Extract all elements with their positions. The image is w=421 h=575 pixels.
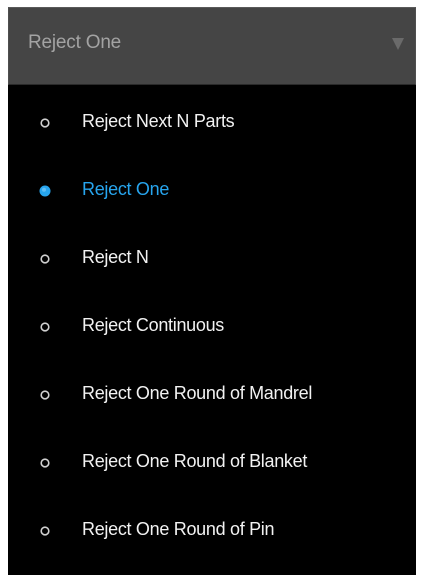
radio-unselected-icon [40, 390, 50, 400]
radio-unselected-icon [40, 526, 50, 536]
radio-selected-icon [39, 185, 51, 197]
radio-unselected-icon [40, 322, 50, 332]
option-label: Reject One Round of Blanket [82, 451, 308, 471]
option-label: Reject One Round of Mandrel [82, 383, 313, 403]
dropdown-selected-value: Reject One [28, 32, 122, 53]
radio-unselected-icon [40, 118, 50, 128]
option-label: Reject Next N Parts [82, 111, 235, 131]
option-reject-n[interactable]: Reject N [8, 234, 416, 284]
option-label: Reject N [82, 247, 149, 267]
reject-mode-dropdown-panel: Reject One Reject Next N Parts Reject On… [8, 7, 416, 575]
option-reject-one-round-of-mandrel[interactable]: Reject One Round of Mandrel [8, 370, 416, 420]
radio-unselected-icon [40, 254, 50, 264]
option-label: Reject Continuous [82, 315, 224, 335]
option-reject-continuous[interactable]: Reject Continuous [8, 302, 416, 352]
option-reject-one-round-of-pin[interactable]: Reject One Round of Pin [8, 506, 416, 556]
radio-unselected-icon [40, 458, 50, 468]
option-label: Reject One [82, 179, 170, 199]
option-reject-next-n-parts[interactable]: Reject Next N Parts [8, 98, 416, 148]
option-reject-one[interactable]: Reject One [8, 166, 416, 216]
option-label: Reject One Round of Pin [82, 519, 275, 539]
caret-down-icon [392, 38, 404, 50]
option-reject-one-round-of-blanket[interactable]: Reject One Round of Blanket [8, 438, 416, 488]
reject-mode-dropdown[interactable]: Reject One [8, 7, 416, 85]
